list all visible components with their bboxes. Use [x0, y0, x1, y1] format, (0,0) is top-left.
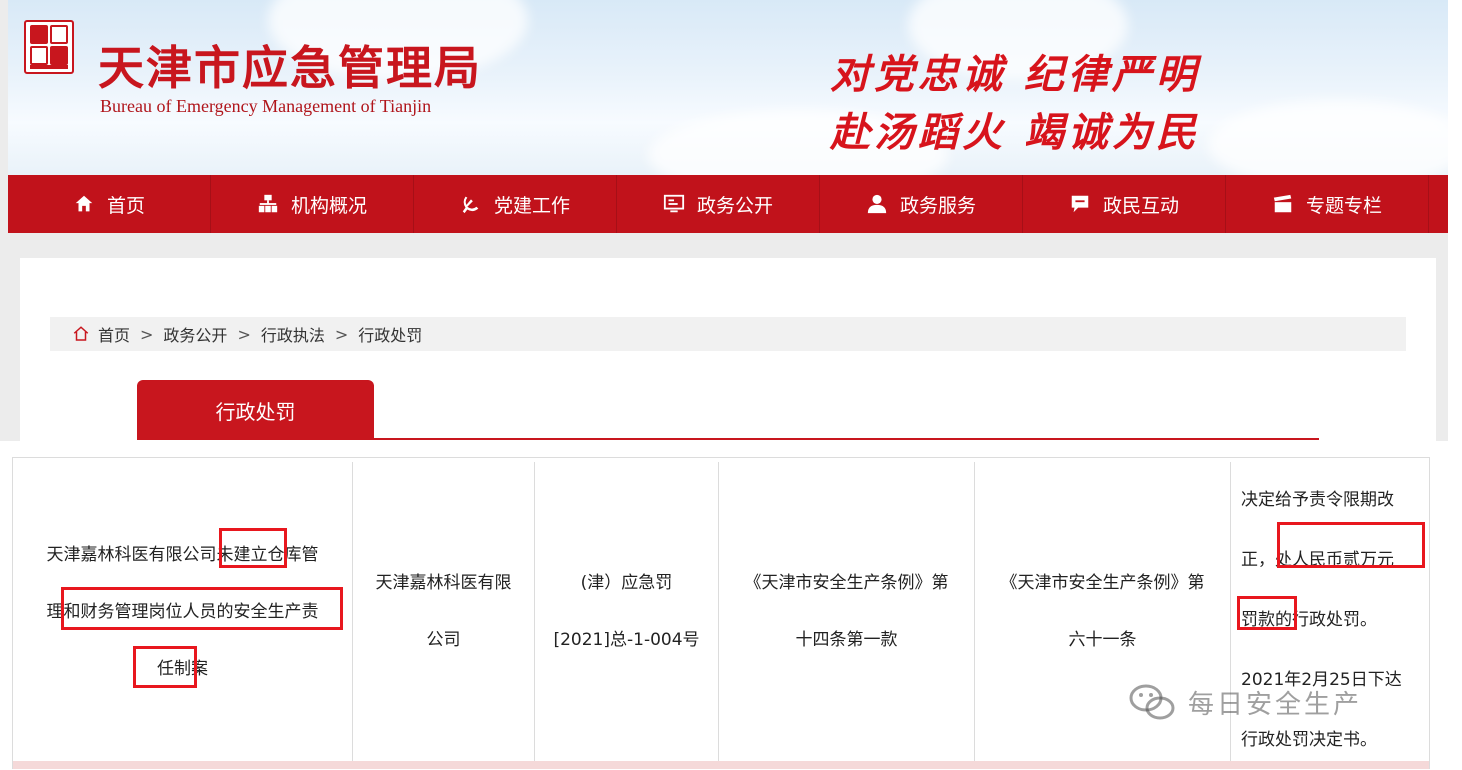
breadcrumb-separator: > [237, 324, 251, 344]
decision-line: 罚款的行政处罚。 [1241, 610, 1377, 630]
nav-item-label: 党建工作 [493, 194, 570, 217]
page-screenshot-top: 天津市应急管理局 Bureau of Emergency Management … [0, 0, 1448, 441]
document-number-line: [2021]总-1-004号 [553, 630, 700, 650]
breadcrumb-law-enforcement[interactable]: 行政执法 [261, 322, 325, 346]
penalty-table: 天津嘉林科医有限公司未建立仓库管 理和财务管理岗位人员的安全生产责 任制案 天津… [12, 457, 1430, 769]
breadcrumb-separator: > [334, 324, 349, 344]
document-number-line: (津）应急罚 [580, 573, 673, 593]
org-chart-icon [258, 194, 278, 213]
watermark: 每日安全生产 [1128, 682, 1362, 722]
nav-item-label: 政民互动 [1102, 194, 1179, 217]
site-title[interactable]: 天津市应急管理局 [98, 32, 482, 98]
party-emblem-icon [462, 196, 479, 214]
breadcrumb-administrative-penalty[interactable]: 行政处罚 [358, 322, 422, 346]
case-name-line: 理和财务管理岗位人员的安全生产责 [46, 601, 319, 622]
penalty-basis-line: 《天津市安全生产条例》第 [1000, 573, 1205, 593]
nav-item-label: 专题专栏 [1305, 194, 1382, 217]
violation-basis-line: 《天津市安全生产条例》第 [744, 573, 949, 593]
chat-icon [1071, 195, 1089, 213]
party-line: 天津嘉林科医有限 [375, 573, 512, 593]
party-line: 公司 [426, 630, 461, 650]
breadcrumb: 首页 > 政务公开 > 行政执法 > 行政处罚 [50, 317, 1406, 351]
motto-line-2: 赴汤蹈火 竭诚为民 [830, 109, 1200, 156]
user-icon [867, 194, 887, 214]
tab-divider [137, 438, 1319, 440]
document-number-cell: (津）应急罚 [2021]总-1-004号 [535, 462, 719, 762]
case-name-cell: 天津嘉林科医有限公司未建立仓库管 理和财务管理岗位人员的安全生产责 任制案 [13, 462, 353, 762]
nav-item-label: 机构概况 [290, 194, 367, 217]
nav-item-party-building[interactable]: 党建工作 [414, 175, 617, 233]
violation-basis-cell: 《天津市安全生产条例》第 十四条第一款 [719, 462, 975, 762]
nav-item-label: 政务服务 [899, 194, 976, 217]
breadcrumb-separator: > [140, 324, 154, 344]
nav-item-organization[interactable]: 机构概况 [211, 175, 414, 233]
breadcrumb-home[interactable]: 首页 [98, 322, 130, 346]
party-cell: 天津嘉林科医有限 公司 [353, 462, 535, 762]
nav-item-special-topics[interactable]: 专题专栏 [1226, 175, 1429, 233]
motto-line-1: 对党忠诚 纪律严明 [830, 51, 1200, 98]
tab-administrative-penalty[interactable]: 行政处罚 [137, 380, 374, 440]
home-icon [75, 195, 93, 212]
decision-line: 决定给予责令限期改 [1241, 490, 1394, 510]
home-icon[interactable] [72, 325, 90, 343]
monitor-icon [663, 194, 685, 213]
nav-item-government-affairs[interactable]: 政务公开 [617, 175, 820, 233]
penalty-basis-line: 六十一条 [1068, 630, 1137, 650]
nav-item-interaction[interactable]: 政民互动 [1023, 175, 1226, 233]
breadcrumb-government-affairs[interactable]: 政务公开 [163, 322, 227, 346]
site-subtitle: Bureau of Emergency Management of Tianji… [100, 96, 432, 116]
main-nav: 首页 机构概况 党建工作 政务公开 政务服务 政民互动 专题专栏 [8, 175, 1448, 233]
case-name-line: 天津嘉林科医有限公司未建立仓库管 [46, 544, 319, 565]
case-name-line: 任制案 [157, 658, 208, 679]
violation-basis-line: 十四条第一款 [795, 630, 898, 650]
wechat-icon [1129, 684, 1175, 720]
content-panel: 首页 > 政务公开 > 行政执法 > 行政处罚 行政处罚 [20, 258, 1436, 441]
tianjin-logo-icon[interactable] [24, 20, 74, 74]
site-banner: 天津市应急管理局 Bureau of Emergency Management … [8, 0, 1448, 175]
watermark-text: 每日安全生产 [1188, 689, 1363, 720]
nav-item-services[interactable]: 政务服务 [820, 175, 1023, 233]
nav-item-home[interactable]: 首页 [8, 175, 211, 233]
nav-item-label: 首页 [106, 194, 145, 217]
clapper-icon [1273, 194, 1292, 213]
nav-item-label: 政务公开 [696, 194, 773, 217]
decision-line: 正，处人民币贰万元 [1241, 550, 1394, 570]
